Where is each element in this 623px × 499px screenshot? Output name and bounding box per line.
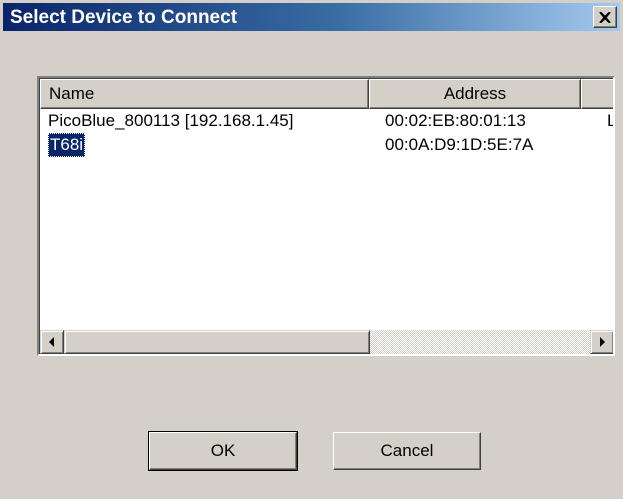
device-extra: L (607, 109, 613, 133)
scroll-right-button[interactable] (590, 330, 613, 354)
scroll-left-button[interactable] (40, 330, 64, 354)
cancel-button[interactable]: Cancel (333, 432, 481, 470)
arrow-right-icon (600, 337, 605, 347)
column-header-extra[interactable] (581, 79, 613, 109)
scroll-track[interactable] (370, 330, 590, 354)
title-bar[interactable]: Select Device to Connect (3, 3, 620, 31)
device-row-selected[interactable]: T68i 00:0A:D9:1D:5E:7A (40, 133, 613, 157)
close-button[interactable] (593, 6, 617, 28)
close-icon (599, 11, 611, 23)
device-name: T68i (48, 133, 86, 157)
device-list[interactable]: Name Address PicoBlue_800113 [192.168.1.… (37, 76, 615, 356)
scroll-thumb[interactable] (64, 330, 370, 354)
horizontal-scrollbar[interactable] (40, 330, 613, 354)
device-row[interactable]: PicoBlue_800113 [192.168.1.45] 00:02:EB:… (40, 109, 613, 133)
arrow-left-icon (49, 337, 54, 347)
window-title: Select Device to Connect (10, 7, 238, 28)
select-device-dialog: Select Device to Connect Name Address Pi… (0, 0, 623, 499)
column-header-name[interactable]: Name (40, 79, 369, 109)
ok-button[interactable]: OK (148, 431, 298, 471)
list-header: Name Address (40, 79, 613, 109)
device-name: PicoBlue_800113 [192.168.1.45] (48, 111, 294, 130)
device-address: 00:02:EB:80:01:13 (385, 111, 526, 130)
device-address: 00:0A:D9:1D:5E:7A (385, 135, 534, 154)
column-header-address[interactable]: Address (369, 79, 581, 109)
